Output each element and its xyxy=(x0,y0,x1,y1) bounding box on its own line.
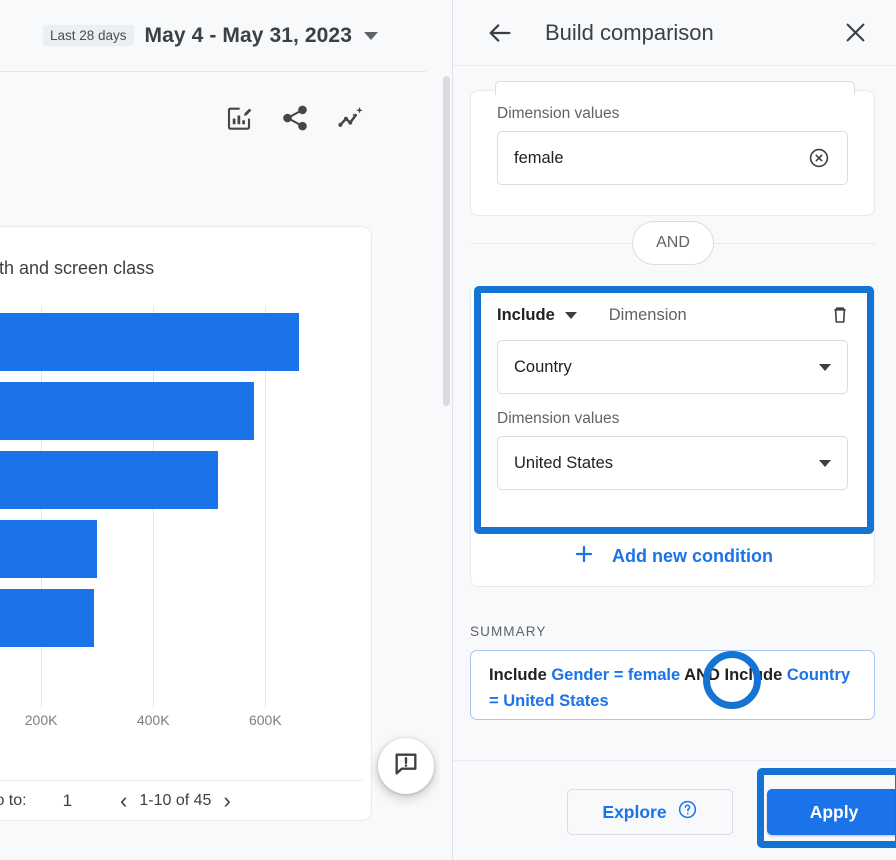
add-condition-label: Add new condition xyxy=(612,545,773,566)
chevron-down-icon xyxy=(819,459,831,467)
page-range-label: 1-10 of 45 xyxy=(139,792,212,809)
include-exclude-dropdown[interactable]: Include xyxy=(497,306,577,325)
and-connector: AND xyxy=(470,221,875,265)
dimension-value-1: female xyxy=(514,148,564,167)
summary-and: AND xyxy=(680,666,725,684)
trash-icon[interactable] xyxy=(828,303,852,327)
report-scrollbar-thumb[interactable] xyxy=(443,76,450,406)
explore-button[interactable]: Explore xyxy=(567,789,733,835)
date-range-bar: Last 28 days May 4 - May 31, 2023 xyxy=(0,0,426,72)
chart-xtick-label: 400K xyxy=(136,712,170,728)
panel-body: Dimension values female AND Include Dime… xyxy=(453,66,896,760)
bar-chart-card: ath and screen class 200K 400K 600K Go to:… xyxy=(0,226,372,821)
condition-2-card: Include Dimension Country Dimension valu… xyxy=(470,290,875,526)
condition-2-header: Include Dimension xyxy=(471,290,874,340)
date-range-value[interactable]: May 4 - May 31, 2023 xyxy=(145,24,352,48)
summary-heading: SUMMARY xyxy=(470,624,547,639)
chart-bar[interactable] xyxy=(0,451,218,509)
chart-bar[interactable] xyxy=(0,520,98,578)
dimension-value-select-2[interactable]: United States xyxy=(497,436,848,490)
chart-plot-area: 200K 400K 600K xyxy=(0,307,371,728)
dimension-value-2: United States xyxy=(514,453,614,472)
goto-label: Go to: xyxy=(0,792,27,809)
summary-include-1: Include xyxy=(489,666,552,684)
prev-page-button[interactable]: ‹ xyxy=(120,790,127,812)
feedback-icon xyxy=(392,750,420,783)
dimension-values-label-1: Dimension values xyxy=(497,105,620,122)
chart-bar[interactable] xyxy=(0,382,255,440)
close-icon[interactable] xyxy=(842,19,869,46)
edit-chart-icon[interactable] xyxy=(224,103,254,133)
chart-xtick-label: 600K xyxy=(248,712,282,728)
chart-xtick-label: 200K xyxy=(24,712,58,728)
include-label: Include xyxy=(497,305,555,324)
dimension-select-cropped[interactable] xyxy=(495,81,855,95)
help-circle-icon[interactable] xyxy=(677,799,698,825)
summary-include-2: Include xyxy=(724,666,783,684)
dimension-select-2[interactable]: Country xyxy=(497,340,848,394)
back-arrow-icon[interactable] xyxy=(486,19,514,47)
explore-label: Explore xyxy=(602,801,667,822)
share-icon[interactable] xyxy=(280,103,310,133)
insights-icon[interactable] xyxy=(336,103,366,133)
chevron-down-icon xyxy=(819,363,831,371)
condition-1-card: Dimension values female xyxy=(470,81,875,216)
date-preset-chip: Last 28 days xyxy=(42,25,134,46)
chart-bar[interactable] xyxy=(0,313,299,371)
feedback-button[interactable] xyxy=(378,738,434,794)
dimension-name-2: Country xyxy=(514,357,572,376)
scope-label: Dimension xyxy=(608,305,687,324)
dimension-value-field-1[interactable]: female xyxy=(497,131,848,185)
clear-circle-icon[interactable] xyxy=(807,146,831,170)
chart-title: ath and screen class xyxy=(0,258,155,278)
summary-condition-1: Gender = female xyxy=(551,666,681,684)
report-toolbar xyxy=(0,72,426,164)
and-operator-chip[interactable]: AND xyxy=(632,221,714,265)
chart-bar[interactable] xyxy=(0,589,95,647)
build-comparison-panel: Build comparison Dimension values female xyxy=(453,0,896,860)
add-new-condition-button[interactable]: Add new condition xyxy=(470,526,875,587)
plus-icon xyxy=(572,542,596,571)
summary-text: Include Gender = female AND Include Coun… xyxy=(489,662,856,714)
summary-box: Include Gender = female AND Include Coun… xyxy=(470,650,875,720)
panel-title: Build comparison xyxy=(545,19,714,45)
report-panel: Last 28 days May 4 - May 31, 2023 ath an… xyxy=(0,0,452,860)
chevron-down-icon xyxy=(564,311,577,319)
panel-header: Build comparison xyxy=(453,0,896,66)
dimension-values-label-2: Dimension values xyxy=(497,410,620,427)
goto-page-input[interactable]: 1 xyxy=(63,791,72,811)
panel-footer: Explore Apply xyxy=(453,760,896,860)
apply-button[interactable]: Apply xyxy=(767,789,896,835)
pagination: Go to: 1 ‹ 1-10 of 45 › xyxy=(0,780,371,820)
chevron-down-icon[interactable] xyxy=(364,31,378,40)
screen: Last 28 days May 4 - May 31, 2023 ath an… xyxy=(0,0,896,860)
next-page-button[interactable]: › xyxy=(223,790,230,812)
